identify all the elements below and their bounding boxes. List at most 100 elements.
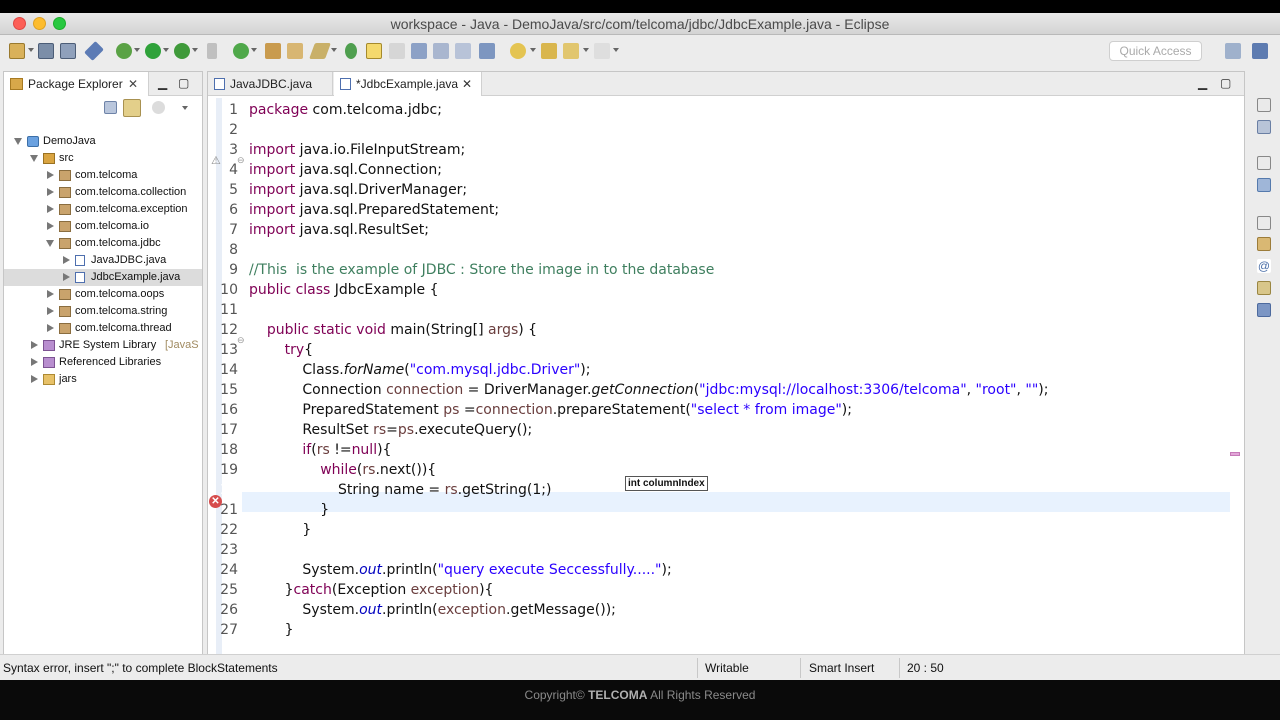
back-dropdown-icon[interactable]	[583, 48, 589, 52]
save-icon[interactable]	[38, 43, 54, 59]
tree-item[interactable]: JavaJDBC.java	[4, 252, 202, 269]
search-icon[interactable]	[309, 43, 331, 59]
code-line[interactable]: while(rs.next()){	[249, 460, 436, 480]
tree-item[interactable]: com.telcoma.exception	[4, 201, 202, 218]
new-package-icon[interactable]	[265, 43, 281, 59]
restore-icon[interactable]	[1257, 98, 1271, 112]
code-line[interactable]: if(rs !=null){	[249, 440, 391, 460]
code-line[interactable]: package com.telcoma.jdbc;	[249, 100, 442, 120]
new-java-dropdown-icon[interactable]	[251, 48, 257, 52]
code-line[interactable]: try{	[249, 340, 313, 360]
collapsed-twisty-icon[interactable]	[31, 358, 38, 366]
expanded-twisty-icon[interactable]	[30, 155, 38, 162]
code-line[interactable]: import java.io.FileInputStream;	[249, 140, 465, 160]
quick-access-input[interactable]: Quick Access	[1109, 41, 1202, 61]
expanded-twisty-icon[interactable]	[46, 240, 54, 247]
tree-item[interactable]: com.telcoma.thread	[4, 320, 202, 337]
tree-item[interactable]: Referenced Libraries	[4, 354, 202, 371]
code-line[interactable]: public class JdbcExample {	[249, 280, 439, 300]
focus-icon[interactable]	[152, 101, 165, 114]
tree-item[interactable]: DemoJava	[4, 133, 202, 150]
code-line[interactable]: import java.sql.DriverManager;	[249, 180, 467, 200]
coverage-icon[interactable]	[174, 43, 190, 59]
save-all-icon[interactable]	[60, 43, 76, 59]
error-icon[interactable]: ✕	[209, 495, 222, 508]
collapsed-twisty-icon[interactable]	[47, 188, 54, 196]
expanded-twisty-icon[interactable]	[14, 138, 22, 145]
overview-ruler-marker[interactable]	[1230, 452, 1240, 456]
forward-icon[interactable]	[594, 43, 610, 59]
warning-icon[interactable]: ⚠	[211, 154, 221, 167]
code-line[interactable]: System.out.println(exception.getMessage(…	[249, 600, 616, 620]
new-icon[interactable]	[9, 43, 25, 59]
debug-icon[interactable]	[116, 43, 132, 59]
tree-item[interactable]: com.telcoma.collection	[4, 184, 202, 201]
collapsed-twisty-icon[interactable]	[47, 324, 54, 332]
open-perspective-icon[interactable]	[1225, 43, 1241, 59]
restore-icon[interactable]	[1257, 216, 1271, 230]
skip-breakpoints-icon[interactable]	[84, 41, 104, 61]
collapsed-twisty-icon[interactable]	[63, 273, 70, 281]
code-line[interactable]: }	[249, 620, 294, 640]
code-line[interactable]: Connection connection = DriverManager.ge…	[249, 380, 1048, 400]
toggle-mark-occurrences-icon[interactable]	[366, 43, 382, 59]
code-line[interactable]: Class.forName("com.mysql.jdbc.Driver");	[249, 360, 590, 380]
code-line[interactable]: public static void main(String[] args) {	[249, 320, 537, 340]
new-dropdown-icon[interactable]	[28, 48, 34, 52]
collapsed-twisty-icon[interactable]	[31, 375, 38, 383]
next-annotation-icon[interactable]	[345, 43, 357, 59]
code-line[interactable]: PreparedStatement ps =connection.prepare…	[249, 400, 852, 420]
javadoc-icon[interactable]: @	[1257, 259, 1271, 273]
java-perspective-icon[interactable]	[1252, 43, 1268, 59]
tab-jdbcexample[interactable]: *JdbcExample.java ✕	[334, 72, 482, 96]
collapsed-twisty-icon[interactable]	[47, 205, 54, 213]
outline-icon[interactable]	[1257, 178, 1271, 192]
toggle-breadcrumb-icon[interactable]	[479, 43, 495, 59]
tree-item[interactable]: JdbcExample.java	[4, 269, 202, 286]
maximize-view-icon[interactable]: ▢	[178, 72, 189, 94]
fold-icon[interactable]: ⊖	[237, 335, 245, 346]
code-line[interactable]: }	[249, 520, 311, 540]
problems-icon[interactable]	[1257, 237, 1271, 251]
show-whitespace-icon[interactable]	[411, 43, 427, 59]
code-line[interactable]: System.out.println("query execute Secces…	[249, 560, 671, 580]
coverage-dropdown-icon[interactable]	[192, 48, 198, 52]
maximize-editor-icon[interactable]: ▢	[1220, 72, 1231, 94]
code-line[interactable]: String name = rs.getString(1;)	[249, 480, 551, 500]
debug-dropdown-icon[interactable]	[134, 48, 140, 52]
title-bar[interactable]: workspace - Java - DemoJava/src/com/telc…	[0, 13, 1280, 35]
toggle-block-selection-icon[interactable]	[389, 43, 405, 59]
word-wrap-icon[interactable]	[433, 43, 449, 59]
new-java-project-icon[interactable]	[233, 43, 249, 59]
task-list-icon[interactable]	[1257, 120, 1271, 134]
code-line[interactable]: import java.sql.ResultSet;	[249, 220, 429, 240]
declaration-icon[interactable]	[1257, 281, 1271, 295]
collapsed-twisty-icon[interactable]	[47, 307, 54, 315]
collapse-all-icon[interactable]	[104, 101, 117, 114]
restore-icon[interactable]	[1257, 156, 1271, 170]
minimize-editor-icon[interactable]: ▁	[1198, 72, 1207, 94]
code-line[interactable]: //This is the example of JDBC : Store th…	[249, 260, 714, 280]
search-dropdown-icon[interactable]	[331, 48, 337, 52]
package-explorer-tab[interactable]: Package Explorer ✕	[4, 72, 149, 96]
tab-javajdbc[interactable]: JavaJDBC.java	[208, 72, 333, 96]
next-edit-icon[interactable]	[510, 43, 526, 59]
code-line[interactable]: }	[249, 500, 329, 520]
tree-item[interactable]: com.telcoma.io	[4, 218, 202, 235]
fold-icon[interactable]: ⊖	[237, 155, 245, 166]
code-editor[interactable]: 1 package com.telcoma.jdbc; 2 3 import java.…	[208, 98, 1244, 660]
tree-item[interactable]: src	[4, 150, 202, 167]
code-line[interactable]: }catch(Exception exception){	[249, 580, 494, 600]
collapsed-twisty-icon[interactable]	[47, 290, 54, 298]
collapsed-twisty-icon[interactable]	[31, 341, 38, 349]
show-selected-element-icon[interactable]	[455, 43, 471, 59]
collapsed-twisty-icon[interactable]	[47, 171, 54, 179]
tree-item[interactable]: com.telcoma.string	[4, 303, 202, 320]
close-icon[interactable]: ✕	[462, 72, 472, 96]
external-tools-icon[interactable]	[207, 43, 217, 59]
next-edit-dropdown-icon[interactable]	[530, 48, 536, 52]
code-line[interactable]: import java.sql.PreparedStatement;	[249, 200, 499, 220]
tree-item[interactable]: com.telcoma.oops	[4, 286, 202, 303]
close-icon[interactable]: ✕	[128, 72, 138, 96]
run-icon[interactable]	[145, 43, 161, 59]
